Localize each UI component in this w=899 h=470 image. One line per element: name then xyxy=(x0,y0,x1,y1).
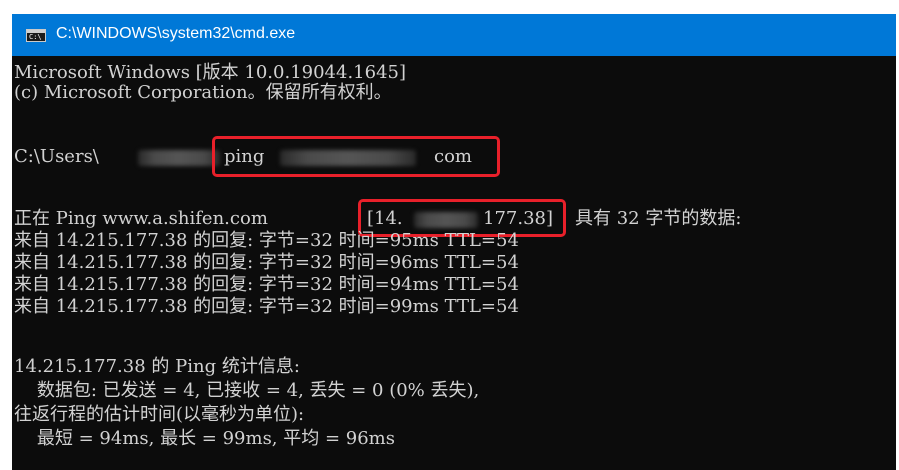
ping-intro-suffix: 具有 32 字节的数据: xyxy=(575,208,742,229)
cmd-console-icon[interactable]: C:\ xyxy=(26,29,46,42)
rtt-header: 往返行程的估计时间(以毫秒为单位): xyxy=(14,404,305,425)
console-output[interactable]: Microsoft Windows [版本 10.0.19044.1645] (… xyxy=(12,56,896,470)
rtt-values: 最短 = 94ms, 最长 = 99ms, 平均 = 96ms xyxy=(14,428,395,449)
reply-line: 来自 14.215.177.38 的回复: 字节=32 时间=96ms TTL=… xyxy=(14,252,519,273)
cmd-window[interactable]: C:\ C:\WINDOWS\system32\cmd.exe Microsof… xyxy=(12,14,896,470)
reply-line: 来自 14.215.177.38 的回复: 字节=32 时间=95ms TTL=… xyxy=(14,230,519,251)
title-bar[interactable]: C:\ C:\WINDOWS\system32\cmd.exe xyxy=(12,14,896,56)
window-title: C:\WINDOWS\system32\cmd.exe xyxy=(56,25,296,42)
ping-intro: 正在 Ping www.a.shifen.com xyxy=(14,208,268,229)
reply-line: 来自 14.215.177.38 的回复: 字节=32 时间=99ms TTL=… xyxy=(14,296,519,317)
command-highlight-box xyxy=(212,136,500,177)
stats-header: 14.215.177.38 的 Ping 统计信息: xyxy=(14,356,300,377)
header-version-line: Microsoft Windows [版本 10.0.19044.1645] xyxy=(14,62,407,83)
redacted-username xyxy=(138,150,220,166)
cmd-console-icon-prompt: C:\ xyxy=(29,33,42,41)
prompt-path: C:\Users\ xyxy=(14,146,99,167)
reply-line: 来自 14.215.177.38 的回复: 字节=32 时间=94ms TTL=… xyxy=(14,274,519,295)
stats-packets: 数据包: 已发送 = 4, 已接收 = 4, 丢失 = 0 (0% 丢失), xyxy=(14,380,480,401)
header-copyright-line: (c) Microsoft Corporation。保留所有权利。 xyxy=(14,82,392,103)
